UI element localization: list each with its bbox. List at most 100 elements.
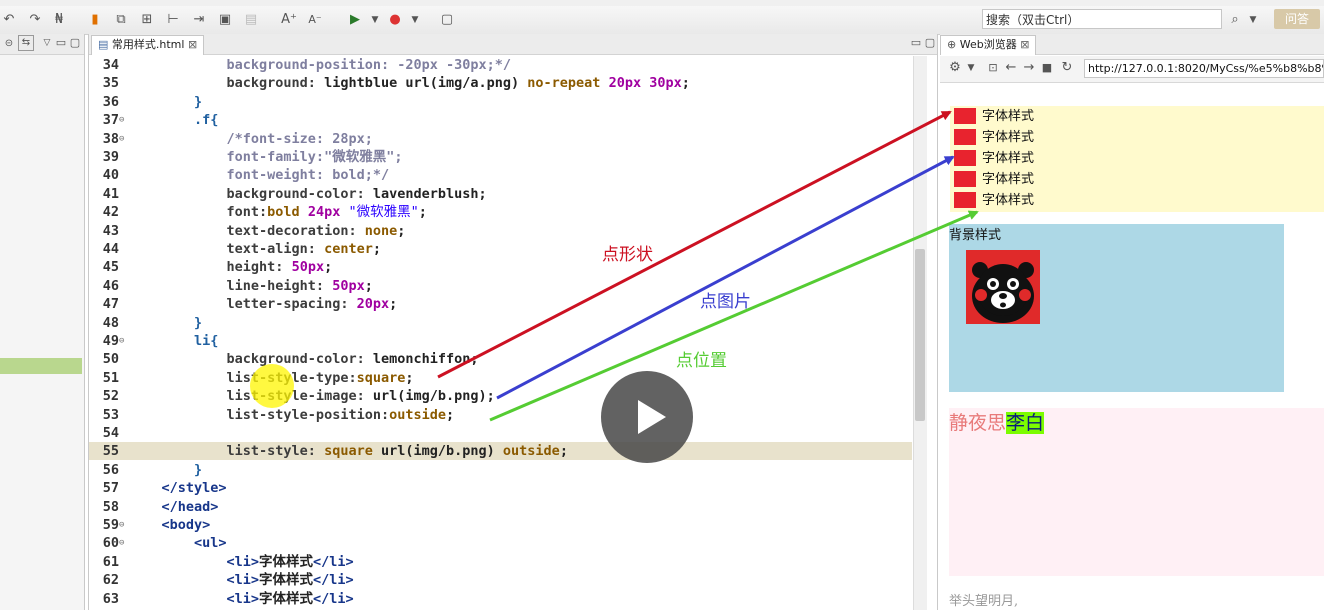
code-line[interactable]: 38 ⊖ /*font-size: 28px;: [89, 130, 912, 148]
poem-heading: 静夜思李白: [949, 408, 1045, 435]
window-icon[interactable]: ▣: [216, 11, 234, 29]
code-token: list-style-position:: [129, 406, 390, 423]
tab-web-browser[interactable]: ⊕ Web浏览器 ⊠: [940, 35, 1037, 55]
settings-dropdown-icon[interactable]: ▼: [962, 59, 980, 77]
code-line[interactable]: 44 text-align: center;: [89, 240, 912, 258]
code-line[interactable]: 63 <li>字体样式</li>: [89, 590, 912, 608]
run-dropdown-icon[interactable]: ▼: [366, 11, 384, 29]
code-line[interactable]: 56 }: [89, 461, 912, 479]
code-text: font-weight: bold;*/: [129, 166, 390, 184]
code-line[interactable]: 49 ⊖ li{: [89, 332, 912, 350]
code-line[interactable]: 60 ⊖ <ul>: [89, 534, 912, 552]
code-line[interactable]: 37 ⊖ .f{: [89, 111, 912, 129]
code-line[interactable]: 36 }: [89, 93, 912, 111]
code-line[interactable]: 62 <li>字体样式</li>: [89, 571, 912, 589]
collapse-icon[interactable]: ⊝: [0, 35, 18, 53]
code-token: url(img/b.png): [372, 388, 487, 405]
search-dropdown-icon[interactable]: ▼: [1244, 11, 1262, 29]
undo-icon[interactable]: ↶: [0, 11, 18, 29]
code-line[interactable]: 57 </style>: [89, 479, 912, 497]
tab-common-styles[interactable]: ▤ 常用样式.html ⊠: [91, 35, 205, 55]
code-text: background: lightblue url(img/a.png) no-…: [129, 74, 690, 92]
step-into-icon[interactable]: ⊢: [164, 11, 182, 29]
code-line[interactable]: 41 background-color: lavenderblush;: [89, 185, 912, 203]
disabled-icon[interactable]: ▤: [242, 11, 260, 29]
code-line[interactable]: 59 ⊖ <body>: [89, 516, 912, 534]
bookmark-icon[interactable]: ▮: [86, 11, 104, 29]
fold-icon[interactable]: ⊖: [119, 111, 127, 129]
devtools-icon[interactable]: ⊡: [984, 59, 1002, 77]
editor-maximize-icon[interactable]: ▢: [921, 34, 939, 52]
line-number: 63: [102, 590, 119, 607]
fold-icon[interactable]: ⊖: [119, 130, 127, 148]
code-line[interactable]: 61 <li>字体样式</li>: [89, 553, 912, 571]
chrome-icon[interactable]: ●: [386, 11, 404, 29]
code-text: text-decoration: none;: [129, 222, 406, 240]
code-line[interactable]: 39 font-family:"微软雅黑";: [89, 148, 912, 166]
browser-dropdown-icon[interactable]: ▼: [406, 11, 424, 29]
code-line[interactable]: 43 text-decoration: none;: [89, 222, 912, 240]
list-preview: 字体样式 字体样式 字体样式 字体样式 字体样式: [950, 106, 1324, 212]
code-text: </style>: [129, 479, 227, 497]
selected-tree-item[interactable]: [0, 358, 82, 374]
code-line[interactable]: 45 height: 50px;: [89, 258, 912, 276]
code-text: <body>: [129, 516, 211, 534]
url-input[interactable]: http://127.0.0.1:8020/MyCss/%e5%b8%b8%e7…: [1084, 59, 1324, 78]
fold-icon[interactable]: ⊖: [119, 534, 127, 552]
code-token: square: [324, 443, 381, 460]
close-icon[interactable]: ⊠: [188, 38, 197, 51]
new-file-icon[interactable]: ⧉: [112, 11, 130, 29]
code-line[interactable]: 53 list-style-position:outside;: [89, 406, 912, 424]
code-text-area[interactable]: 34 background-position: -20px -30px;*/35…: [89, 56, 912, 610]
code-line[interactable]: 51 list-style-type:square;: [89, 369, 912, 387]
code-line[interactable]: 58 </head>: [89, 498, 912, 516]
close-icon[interactable]: ⊠: [1020, 38, 1029, 51]
format-icon[interactable]: ₦: [50, 11, 68, 29]
code-token: }: [129, 93, 203, 110]
font-decrease-icon[interactable]: A⁻: [306, 11, 324, 29]
code-line[interactable]: 46 line-height: 50px;: [89, 277, 912, 295]
code-line[interactable]: 54: [89, 424, 912, 442]
fold-icon[interactable]: ⊖: [119, 332, 127, 350]
list-item-text: 字体样式: [982, 109, 1035, 124]
font-increase-icon[interactable]: A⁺: [280, 11, 298, 29]
fold-icon[interactable]: ⊖: [119, 516, 127, 534]
code-line[interactable]: 35 background: lightblue url(img/a.png) …: [89, 74, 912, 92]
scrollbar-thumb[interactable]: [915, 249, 925, 421]
code-token: outside: [502, 443, 560, 460]
maximize-icon[interactable]: ▢: [66, 34, 84, 52]
search-input[interactable]: 搜索（双击Ctrl）: [982, 9, 1222, 29]
new-folder-icon[interactable]: ⊞: [138, 11, 156, 29]
image-annotation: 点图片: [700, 292, 751, 312]
code-line[interactable]: 55 list-style: square url(img/b.png) out…: [89, 442, 912, 461]
project-explorer-panel: ⊝ ⇆ ▽ ▭ ▢: [0, 34, 85, 610]
code-line[interactable]: 42 font:bold 24px "微软雅黑";: [89, 203, 912, 221]
line-number: 57: [102, 480, 119, 497]
refresh-icon[interactable]: ↻: [1058, 59, 1076, 77]
code-token: </li>: [313, 553, 354, 570]
code-token: background-color:: [129, 351, 373, 368]
qa-button[interactable]: 问答: [1274, 9, 1320, 29]
play-button[interactable]: [601, 371, 693, 463]
search-icon[interactable]: ⌕: [1226, 11, 1244, 29]
back-icon[interactable]: ←: [1002, 59, 1020, 77]
run-icon[interactable]: ▶: [346, 11, 364, 29]
line-number: 45: [102, 259, 119, 276]
list-item-text: 字体样式: [982, 172, 1035, 187]
stop-icon[interactable]: ■: [1038, 59, 1056, 77]
code-token: 50px: [332, 277, 365, 294]
code-line[interactable]: 52 list-style-image: url(img/b.png);: [89, 387, 912, 405]
list-marker-image: [954, 108, 976, 124]
browser-tab-bar: ⊕ Web浏览器 ⊠: [940, 34, 1324, 55]
forward-icon[interactable]: →: [1020, 59, 1038, 77]
code-line[interactable]: 50 background-color: lemonchiffon;: [89, 350, 912, 368]
code-line[interactable]: 47 letter-spacing: 20px;: [89, 295, 912, 313]
step-over-icon[interactable]: ⇥: [190, 11, 208, 29]
code-line[interactable]: 34 background-position: -20px -30px;*/: [89, 56, 912, 74]
redo-icon[interactable]: ↷: [26, 11, 44, 29]
comment-icon[interactable]: ▢: [438, 11, 456, 29]
code-token: text-decoration:: [129, 222, 365, 239]
code-line[interactable]: 40 font-weight: bold;*/: [89, 166, 912, 184]
code-line[interactable]: 48 }: [89, 314, 912, 332]
link-editor-icon[interactable]: ⇆: [18, 35, 34, 51]
